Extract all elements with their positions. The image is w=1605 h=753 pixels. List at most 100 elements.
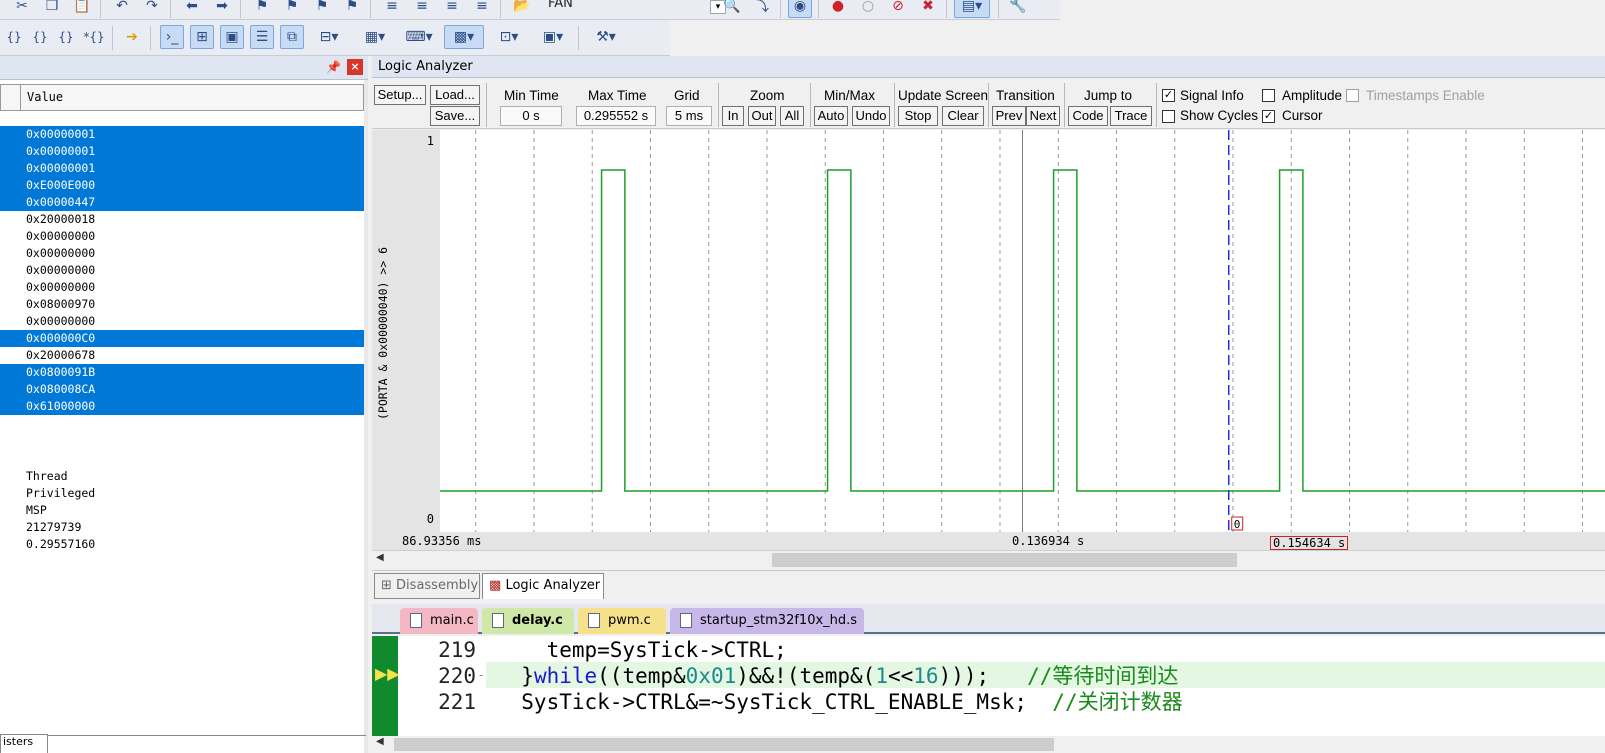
stop-button[interactable]: Stop xyxy=(898,106,938,126)
timestamps-checkbox[interactable] xyxy=(1346,89,1359,102)
zoom-out-button[interactable]: Out xyxy=(748,106,776,126)
redo-icon[interactable]: ↷ xyxy=(140,0,164,18)
zoom-all-button[interactable]: All xyxy=(780,106,804,126)
tab-delay-c[interactable]: delay.c xyxy=(482,608,574,634)
memory-windows-icon[interactable]: ▦▾ xyxy=(356,25,394,49)
save-button[interactable]: Save... xyxy=(430,106,480,126)
register-value-row[interactable]: 0x08000970 xyxy=(0,296,364,313)
nav-back-icon[interactable]: ⬅ xyxy=(180,0,204,18)
toolbox-icon[interactable]: ⚒▾ xyxy=(586,25,626,49)
value-column-header[interactable]: Value xyxy=(0,84,364,111)
find-icon[interactable]: 🔍 xyxy=(720,0,744,18)
copy-icon[interactable]: ❐ xyxy=(40,0,64,18)
unindent-icon[interactable]: ≡ xyxy=(410,0,434,18)
call-stack-icon[interactable]: ⧉ xyxy=(280,25,304,49)
step-out-icon[interactable]: {} xyxy=(54,25,78,49)
tab-pwm-c[interactable]: pwm.c xyxy=(578,608,666,634)
tab-startup-s[interactable]: startup_stm32f10x_hd.s xyxy=(670,608,864,634)
load-button[interactable]: Load... xyxy=(430,85,480,105)
register-value-row[interactable]: 0x00000001 xyxy=(0,126,364,143)
editor-scrollbar[interactable]: ◀ xyxy=(372,736,1605,753)
auto-button[interactable]: Auto xyxy=(814,106,848,126)
register-value-row[interactable]: 0x00000000 xyxy=(0,228,364,245)
zoom-in-button[interactable]: In xyxy=(722,106,744,126)
next-bookmark-icon[interactable]: ⚑ xyxy=(310,0,334,18)
run-to-cursor-icon[interactable]: *{} xyxy=(82,25,106,49)
register-value-row[interactable]: 0x61000000 xyxy=(0,398,364,415)
tab-registers[interactable]: isters xyxy=(0,734,48,753)
tab-disassembly[interactable]: ⊞ Disassembly xyxy=(374,573,480,599)
register-value-row[interactable]: 0x00000001 xyxy=(0,160,364,177)
register-value-row[interactable]: 0x000000C0 xyxy=(0,330,364,347)
register-value-row[interactable]: 0xE000E000 xyxy=(0,177,364,194)
window-layout-icon[interactable]: ▤▾ xyxy=(954,0,990,18)
register-value-row[interactable]: 0x00000000 xyxy=(0,245,364,262)
register-value-row[interactable]: 0x20000678 xyxy=(0,347,364,364)
clear-bookmarks-icon[interactable]: ⚑ xyxy=(340,0,364,18)
step-over-icon[interactable]: {} xyxy=(28,25,52,49)
registers-window-icon[interactable]: ☰ xyxy=(250,25,274,49)
register-value-row[interactable]: 0x080008CA xyxy=(0,381,364,398)
command-window-icon[interactable]: ›_ xyxy=(160,25,184,49)
system-value-row[interactable]: Privileged xyxy=(0,485,364,502)
system-value-row[interactable]: 21279739 xyxy=(0,519,364,536)
show-next-statement-icon[interactable]: ➔ xyxy=(120,25,144,49)
comment-icon[interactable]: ≡ xyxy=(440,0,464,18)
analysis-windows-icon[interactable]: ▩▾ xyxy=(444,25,484,49)
show-cycles-checkbox[interactable] xyxy=(1162,110,1175,123)
watch-windows-icon[interactable]: ⊟▾ xyxy=(310,25,348,49)
trace-button[interactable]: Trace xyxy=(1110,106,1152,126)
tab-logic-analyzer[interactable]: ▩ Logic Analyzer xyxy=(482,573,604,599)
fold-marker[interactable]: - xyxy=(479,668,483,682)
undo-icon[interactable]: ↶ xyxy=(110,0,134,18)
paste-icon[interactable]: 📋 xyxy=(70,0,94,18)
close-icon[interactable]: × xyxy=(347,59,363,75)
debug-session-icon[interactable]: ◉ xyxy=(788,0,812,18)
bookmark-icon[interactable]: ⚑ xyxy=(250,0,274,18)
cut-icon[interactable]: ✂ xyxy=(10,0,34,18)
scroll-thumb[interactable] xyxy=(394,738,1054,751)
scroll-thumb[interactable] xyxy=(772,553,1237,567)
tab-main-c[interactable]: main.c xyxy=(400,608,478,634)
system-viewer-icon[interactable]: ▣▾ xyxy=(534,25,572,49)
system-value-row[interactable]: 0.29557160 xyxy=(0,536,364,553)
register-value-row[interactable]: 0x00000001 xyxy=(0,143,364,160)
register-value-row[interactable]: 0x00000000 xyxy=(0,313,364,330)
nav-forward-icon[interactable]: ➡ xyxy=(210,0,234,18)
waveform-plot[interactable]: 0 xyxy=(440,130,1605,532)
insert-breakpoint-icon[interactable]: ● xyxy=(826,0,850,18)
undo-button[interactable]: Undo xyxy=(852,106,890,126)
prev-button[interactable]: Prev xyxy=(992,106,1026,126)
register-value-row[interactable]: 0x00000447 xyxy=(0,194,364,211)
register-value-row[interactable]: 0x00000000 xyxy=(0,262,364,279)
signal-info-checkbox[interactable]: ✓ xyxy=(1162,89,1175,102)
clear-button[interactable]: Clear xyxy=(942,106,984,126)
pin-icon[interactable]: 📌 xyxy=(326,60,341,74)
next-button[interactable]: Next xyxy=(1026,106,1060,126)
indent-icon[interactable]: ≡ xyxy=(380,0,404,18)
step-into-icon[interactable]: {} xyxy=(2,25,26,49)
register-value-row[interactable]: 0x00000000 xyxy=(0,279,364,296)
scroll-left-icon[interactable]: ◀ xyxy=(376,736,384,747)
incremental-find-icon[interactable]: ⤵ xyxy=(750,0,774,18)
disassembly-window-icon[interactable]: ⊞ xyxy=(190,25,214,49)
prev-bookmark-icon[interactable]: ⚑ xyxy=(280,0,304,18)
find-in-files-icon[interactable]: 📂 xyxy=(510,0,534,18)
cursor-checkbox[interactable]: ✓ xyxy=(1262,110,1275,123)
serial-windows-icon[interactable]: ⌨▾ xyxy=(400,25,438,49)
scroll-left-icon[interactable]: ◀ xyxy=(376,552,384,563)
disable-breakpoints-icon[interactable]: ⊘ xyxy=(886,0,910,18)
register-value-row[interactable]: 0x0800091B xyxy=(0,364,364,381)
system-value-row[interactable]: Thread xyxy=(0,468,364,485)
code-button[interactable]: Code xyxy=(1068,106,1108,126)
trace-windows-icon[interactable]: ⊡▾ xyxy=(490,25,528,49)
system-value-row[interactable]: MSP xyxy=(0,502,364,519)
enable-breakpoint-icon[interactable]: ○ xyxy=(856,0,880,18)
setup-button[interactable]: Setup... xyxy=(374,85,426,105)
amplitude-checkbox[interactable] xyxy=(1262,89,1275,102)
kill-breakpoints-icon[interactable]: ✖ xyxy=(916,0,940,18)
uncomment-icon[interactable]: ≡ xyxy=(470,0,494,18)
configure-icon[interactable]: 🔧 xyxy=(1006,0,1030,18)
symbols-window-icon[interactable]: ▣ xyxy=(220,25,244,49)
plot-scrollbar[interactable]: ◀ xyxy=(372,550,1605,568)
